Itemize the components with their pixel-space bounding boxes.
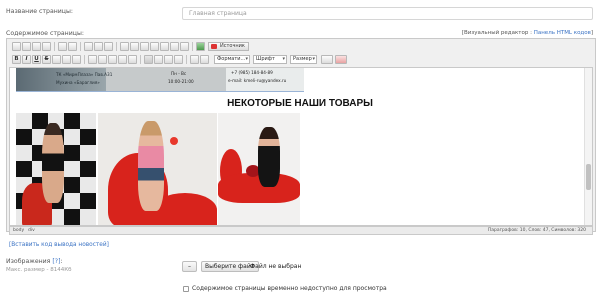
align-right-icon[interactable] [164, 55, 173, 64]
image-icon[interactable] [120, 42, 129, 51]
banner-location: Мухина «Бараглия» [56, 80, 100, 85]
header-banner-image: ТК «МирмПлаза» Пав.А31 Мухина «Бараглия»… [16, 68, 304, 91]
find-icon[interactable] [104, 42, 113, 51]
page-name-label: Название страницы: [6, 8, 73, 15]
background-color-icon[interactable] [335, 55, 347, 64]
undo-icon[interactable] [84, 42, 93, 51]
paste-icon[interactable] [42, 42, 51, 51]
format-select[interactable]: Формати... [214, 55, 250, 64]
new-page-icon[interactable] [12, 42, 21, 51]
editor-mode-suffix: ] [590, 30, 593, 36]
content-label: Содержимое страницы: [6, 30, 84, 37]
toolbar-separator [84, 55, 85, 64]
smiley-icon[interactable] [160, 42, 169, 51]
toolbar-separator [140, 55, 141, 64]
align-justify-icon[interactable] [174, 55, 183, 64]
images-label: Изображения [?]: [6, 258, 63, 265]
font-select[interactable]: Шрифт [253, 55, 287, 64]
unlink-icon[interactable] [200, 55, 209, 64]
blockquote-icon[interactable] [128, 55, 137, 64]
superscript-icon[interactable] [62, 55, 71, 64]
align-left-icon[interactable] [144, 55, 153, 64]
strike-button[interactable]: S [42, 55, 51, 64]
size-select[interactable]: Размер [290, 55, 317, 64]
align-center-icon[interactable] [154, 55, 163, 64]
model-figure-3 [258, 127, 280, 187]
copy-icon[interactable] [32, 42, 41, 51]
images-label-text: Изображения [6, 258, 53, 265]
banner-middle-panel [106, 68, 226, 91]
numbered-list-icon[interactable] [88, 55, 97, 64]
outdent-icon[interactable] [108, 55, 117, 64]
editor-statusbar: body div Параграфов: 10, Слов: 47, Симво… [9, 226, 593, 235]
toolbar-separator [80, 42, 81, 51]
remove-format-icon[interactable] [72, 55, 81, 64]
banner-divider [16, 91, 304, 92]
indent-icon[interactable] [118, 55, 127, 64]
bulleted-list-icon[interactable] [98, 55, 107, 64]
banner-address: ТК «МирмПлаза» Пав.А31 [56, 72, 113, 77]
source-button[interactable]: Источник [208, 42, 249, 51]
max-size-note: Макс. размер - 8144Кб [6, 267, 72, 273]
editor-mode-switch: [Визуальный редактор : Панель HTML кодов… [462, 30, 593, 36]
source-icon [211, 44, 217, 49]
toolbar-row-1: Источник [7, 40, 595, 53]
page-name-input[interactable]: Главная страница [182, 7, 593, 20]
no-file-label: Файл не выбран [250, 263, 302, 270]
editor-scrollbar[interactable] [584, 68, 592, 225]
products-heading: НЕКОТОРЫЕ НАШИ ТОВАРЫ [227, 98, 373, 109]
toolbar-separator [54, 42, 55, 51]
product-photo-2[interactable] [98, 113, 217, 225]
source-label: Источник [220, 43, 245, 49]
subscript-icon[interactable] [52, 55, 61, 64]
italic-button[interactable]: I [22, 55, 31, 64]
link-icon[interactable] [190, 55, 199, 64]
text-color-icon[interactable] [321, 55, 333, 64]
model-figure-1 [42, 123, 64, 203]
banner-phone: +7 (985) 184-84-89 [231, 70, 273, 75]
page-break-icon[interactable] [180, 42, 189, 51]
editor-mode-prefix: [Визуальный редактор : [461, 30, 534, 36]
images-help-link[interactable]: [?] [52, 258, 60, 265]
unavailable-checkbox[interactable] [183, 286, 189, 292]
path-body[interactable]: body [13, 227, 24, 235]
html-panel-link[interactable]: Панель HTML кодов [534, 30, 591, 36]
special-char-icon[interactable] [170, 42, 179, 51]
product-photo-3[interactable] [218, 113, 300, 225]
images-label-colon: : [60, 258, 63, 265]
unavailable-label: Содержимое страницы временно недоступно … [192, 285, 387, 292]
banner-hours: 10:00-21:00 [168, 79, 194, 84]
flash-icon[interactable] [130, 42, 139, 51]
heart-lollipop-icon [170, 137, 178, 145]
product-photo-1[interactable] [16, 113, 96, 225]
rich-text-editor: Источник B I U S Формати... Шрифт Размер [6, 38, 596, 235]
toolbar-separator [116, 42, 117, 51]
insert-news-link[interactable]: [Вставить код вывода новостей] [9, 242, 109, 248]
remove-image-button[interactable]: – [182, 261, 197, 272]
path-div[interactable]: div [28, 227, 35, 235]
toolbar-separator [192, 42, 193, 51]
toolbar-row-2: B I U S Формати... Шрифт Размер [7, 53, 595, 66]
banner-days: Пн - Вс [171, 71, 187, 76]
bold-button[interactable]: B [12, 55, 21, 64]
banner-email: e-mail: kmeli-ru@yandex.ru [228, 78, 287, 83]
paste-text-icon[interactable] [58, 42, 67, 51]
cut-icon[interactable] [22, 42, 31, 51]
maximize-icon[interactable] [196, 42, 205, 51]
toolbar-separator [186, 55, 187, 64]
scrollbar-thumb[interactable] [586, 164, 591, 190]
word-count-stats: Параграфов: 10, Слов: 47, Символов: 320 [487, 228, 586, 233]
horizontal-line-icon[interactable] [150, 42, 159, 51]
redo-icon[interactable] [94, 42, 103, 51]
model-figure-2 [138, 121, 164, 211]
underline-button[interactable]: U [32, 55, 41, 64]
table-icon[interactable] [140, 42, 149, 51]
editor-content-area[interactable]: ТК «МирмПлаза» Пав.А31 Мухина «Бараглия»… [9, 67, 593, 226]
paste-word-icon[interactable] [68, 42, 77, 51]
